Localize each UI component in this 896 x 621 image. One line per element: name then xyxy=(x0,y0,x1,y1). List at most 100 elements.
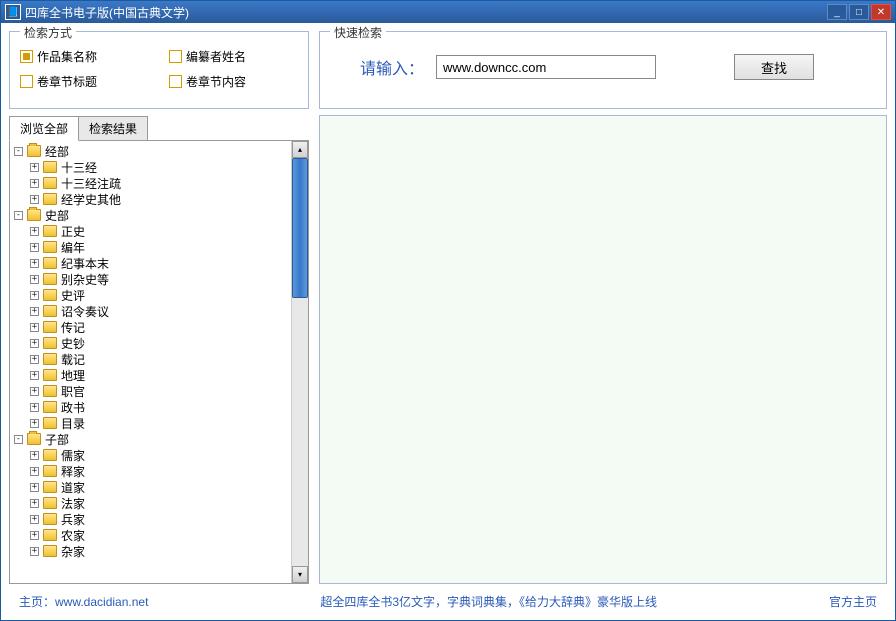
checkbox-option[interactable]: 卷章节标题 xyxy=(20,73,149,90)
expand-icon[interactable]: + xyxy=(30,355,39,364)
tree-item[interactable]: +杂家 xyxy=(12,543,289,559)
search-input[interactable] xyxy=(436,55,656,79)
expand-icon[interactable]: + xyxy=(30,179,39,188)
top-row: 检索方式 作品集名称编纂者姓名卷章节标题卷章节内容 快速检索 请输入： 查找 xyxy=(9,31,887,109)
folder-icon xyxy=(43,321,57,333)
expand-icon[interactable]: + xyxy=(30,403,39,412)
checkbox-icon[interactable] xyxy=(169,50,182,63)
tree-item[interactable]: +编年 xyxy=(12,239,289,255)
folder-icon xyxy=(43,417,57,429)
tree-label: 目录 xyxy=(61,415,85,432)
expand-icon[interactable]: + xyxy=(30,547,39,556)
quick-search-group: 快速检索 请输入： 查找 xyxy=(319,31,887,109)
tree-item[interactable]: +释家 xyxy=(12,463,289,479)
expand-icon[interactable]: + xyxy=(30,451,39,460)
tree-view[interactable]: -经部+十三经+十三经注疏+经学史其他-史部+正史+编年+纪事本末+别杂史等+史… xyxy=(10,141,291,583)
scroll-down-button[interactable]: ▾ xyxy=(292,566,308,583)
checkbox-option[interactable]: 作品集名称 xyxy=(20,48,149,65)
expand-icon[interactable]: + xyxy=(30,227,39,236)
checkbox-label: 编纂者姓名 xyxy=(186,48,246,65)
expand-icon[interactable]: + xyxy=(30,291,39,300)
expand-icon[interactable]: + xyxy=(30,163,39,172)
minimize-button[interactable]: _ xyxy=(827,4,847,20)
folder-icon xyxy=(43,241,57,253)
tree-label: 史部 xyxy=(45,207,69,224)
expand-icon[interactable]: + xyxy=(30,531,39,540)
expand-icon[interactable]: + xyxy=(30,483,39,492)
tree-item[interactable]: + 目录 xyxy=(12,415,289,431)
expand-icon[interactable]: + xyxy=(30,499,39,508)
app-icon: 📘 xyxy=(5,4,21,20)
expand-icon[interactable]: + xyxy=(30,323,39,332)
folder-icon xyxy=(43,529,57,541)
home-link[interactable]: www.dacidian.net xyxy=(55,595,148,609)
expand-icon[interactable]: + xyxy=(30,275,39,284)
expand-icon[interactable]: + xyxy=(30,307,39,316)
scrollbar[interactable]: ▴ ▾ xyxy=(291,141,308,583)
expand-icon[interactable]: + xyxy=(30,195,39,204)
expand-icon[interactable]: + xyxy=(30,259,39,268)
expand-icon[interactable]: + xyxy=(30,467,39,476)
tree-label: 十三经注疏 xyxy=(61,175,121,192)
tree-box: -经部+十三经+十三经注疏+经学史其他-史部+正史+编年+纪事本末+别杂史等+史… xyxy=(9,140,309,584)
tree-item[interactable]: +别杂史等 xyxy=(12,271,289,287)
collapse-icon[interactable]: - xyxy=(14,435,23,444)
tree-item[interactable]: +兵家 xyxy=(12,511,289,527)
expand-icon[interactable]: + xyxy=(30,339,39,348)
tree-item[interactable]: - 史部 xyxy=(12,207,289,223)
tree-item[interactable]: +史评 xyxy=(12,287,289,303)
tree-label: 政书 xyxy=(61,399,85,416)
folder-icon xyxy=(43,513,57,525)
tab[interactable]: 检索结果 xyxy=(78,116,148,141)
search-button[interactable]: 查找 xyxy=(734,54,814,80)
tab[interactable]: 浏览全部 xyxy=(9,116,79,141)
folder-icon xyxy=(27,209,41,221)
folder-icon xyxy=(43,193,57,205)
close-button[interactable]: ✕ xyxy=(871,4,891,20)
tree-item[interactable]: +诏令奏议 xyxy=(12,303,289,319)
scroll-up-button[interactable]: ▴ xyxy=(292,141,308,158)
tree-item[interactable]: +地理 xyxy=(12,367,289,383)
tree-item[interactable]: + 政书 xyxy=(12,399,289,415)
expand-icon[interactable]: + xyxy=(30,243,39,252)
maximize-button[interactable]: □ xyxy=(849,4,869,20)
tree-item[interactable]: +职官 xyxy=(12,383,289,399)
tree-item[interactable]: + 十三经注疏 xyxy=(12,175,289,191)
official-link[interactable]: 官方主页 xyxy=(829,593,877,610)
scroll-thumb[interactable] xyxy=(292,158,308,298)
expand-icon[interactable]: + xyxy=(30,515,39,524)
collapse-icon[interactable]: - xyxy=(14,211,23,220)
checkbox-option[interactable]: 卷章节内容 xyxy=(169,73,298,90)
tree-label: 经学史其他 xyxy=(61,191,121,208)
tree-item[interactable]: +史钞 xyxy=(12,335,289,351)
checkbox-label: 作品集名称 xyxy=(37,48,97,65)
checkbox-option[interactable]: 编纂者姓名 xyxy=(169,48,298,65)
tree-item[interactable]: +法家 xyxy=(12,495,289,511)
checkbox-icon[interactable] xyxy=(20,75,33,88)
tree-item[interactable]: +道家 xyxy=(12,479,289,495)
tree-item[interactable]: + 经学史其他 xyxy=(12,191,289,207)
tree-item[interactable]: +正史 xyxy=(12,223,289,239)
expand-icon[interactable]: + xyxy=(30,419,39,428)
footer-center: 超全四库全书3亿文字，字典词典集，《给力大辞典》豪华版上线 xyxy=(148,593,829,610)
tree-item[interactable]: +农家 xyxy=(12,527,289,543)
checkbox-icon[interactable] xyxy=(169,75,182,88)
search-prompt: 请输入： xyxy=(360,55,424,79)
tree-item[interactable]: + 载记 xyxy=(12,351,289,367)
search-mode-title: 检索方式 xyxy=(20,24,76,41)
tree-item[interactable]: +十三经 xyxy=(12,159,289,175)
collapse-icon[interactable]: - xyxy=(14,147,23,156)
tree-item[interactable]: -经部 xyxy=(12,143,289,159)
expand-icon[interactable]: + xyxy=(30,371,39,380)
tree-item[interactable]: +儒家 xyxy=(12,447,289,463)
tree-item[interactable]: -子部 xyxy=(12,431,289,447)
folder-icon xyxy=(27,145,41,157)
expand-icon[interactable]: + xyxy=(30,387,39,396)
scroll-track[interactable] xyxy=(292,158,308,566)
tree-item[interactable]: +纪事本末 xyxy=(12,255,289,271)
folder-icon xyxy=(43,257,57,269)
tree-label: 载记 xyxy=(61,351,85,368)
tree-item[interactable]: +传记 xyxy=(12,319,289,335)
checkbox-icon[interactable] xyxy=(20,50,33,63)
folder-icon xyxy=(43,545,57,557)
